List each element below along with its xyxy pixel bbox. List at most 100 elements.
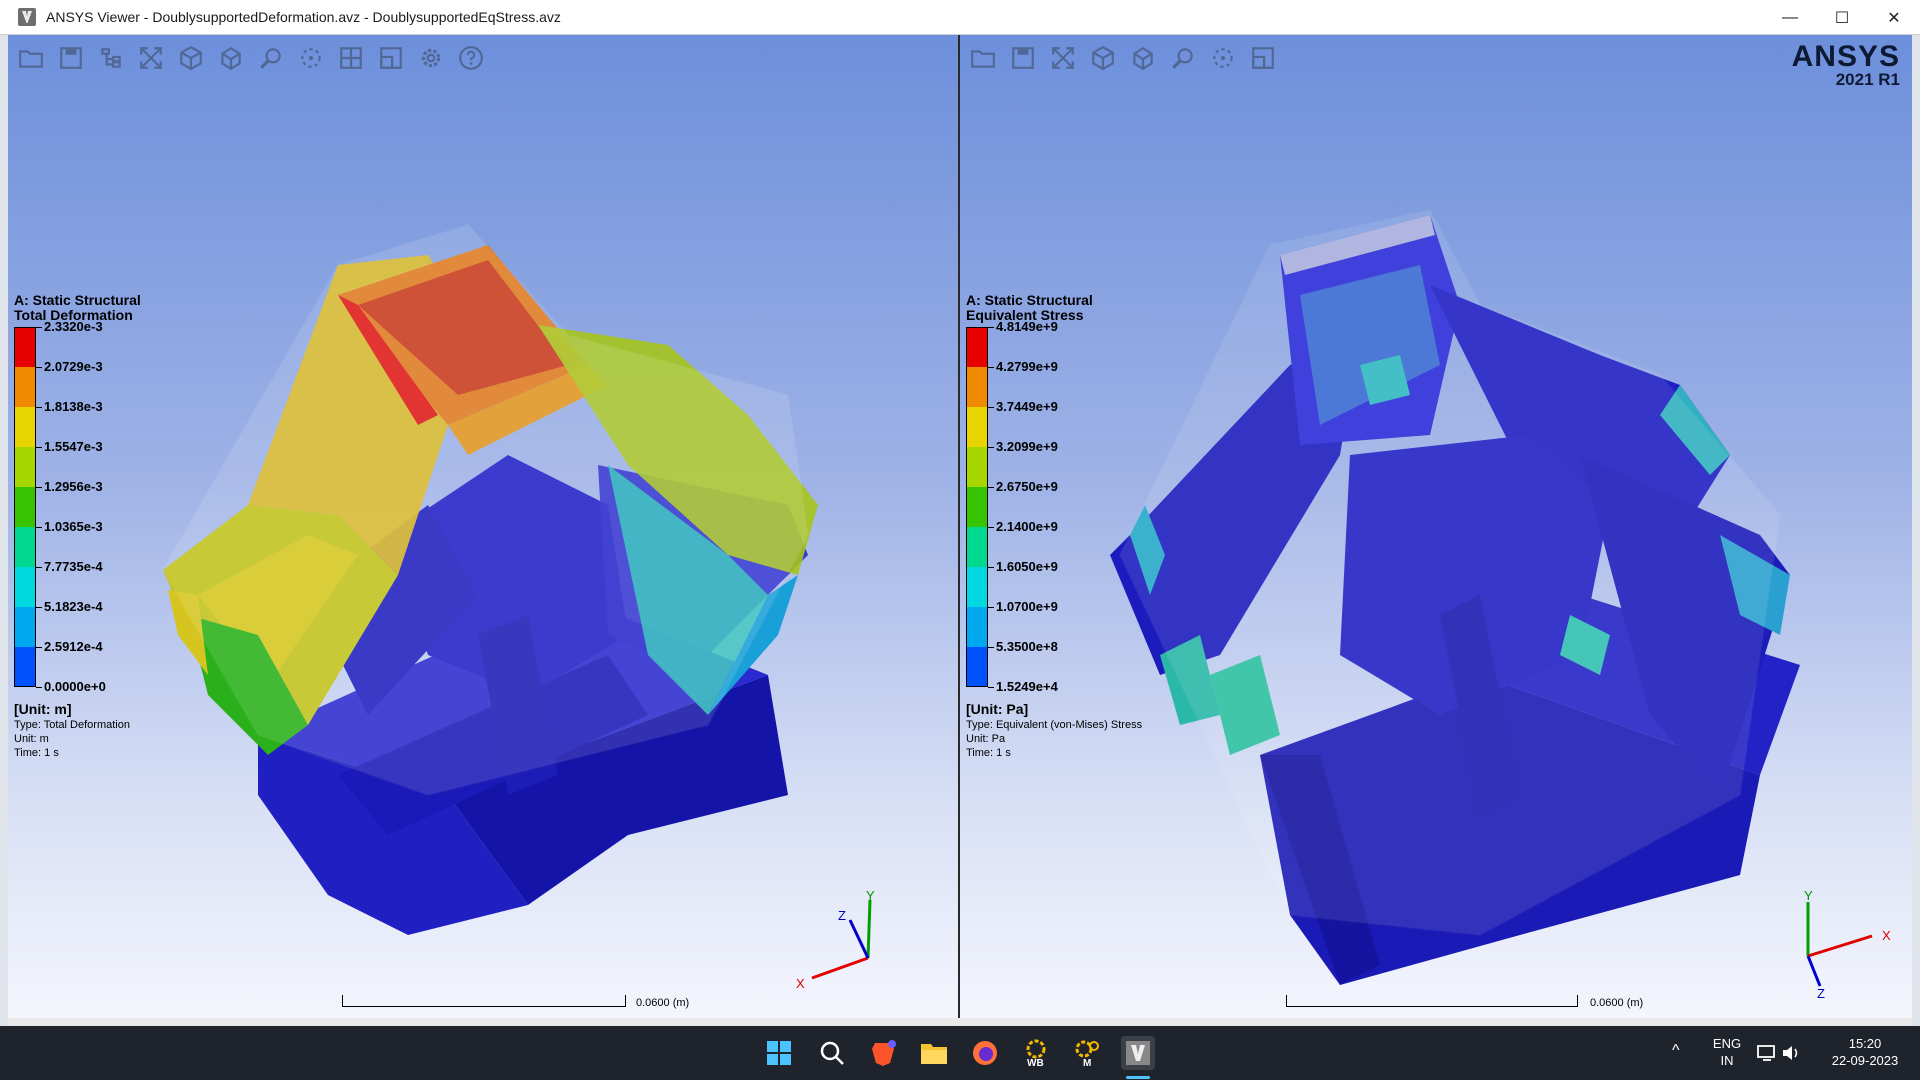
workbench-icon[interactable]: WB [1019,1036,1053,1070]
language-indicator[interactable]: ENG IN [1705,1035,1749,1069]
scale-value: 0.0600 [636,997,670,1009]
legend-tick-label: 1.2956e-3 [44,479,103,494]
legend-swatch [14,607,36,647]
legend-tick-label: 1.6050e+9 [996,559,1058,574]
active-app-indicator [1126,1076,1150,1079]
triad-z-label: Z [838,908,846,923]
legend-swatch [966,527,988,567]
legend-time: Time: 1 s [14,747,59,759]
legend-swatch [14,367,36,407]
legend-tick [988,367,994,368]
window-controls: — ☐ ✕ [1764,0,1920,35]
region-code: IN [1720,1053,1734,1068]
legend-tick [36,527,42,528]
legend-tick [36,687,42,688]
stress-viewport[interactable]: ANSYS 2021 R1 A: Static Structural Equiv… [960,35,1912,1018]
close-button[interactable]: ✕ [1868,0,1920,35]
legend-unit-line: Unit: Pa [966,733,1006,745]
axis-triad: Y X Z [796,890,875,990]
legend-tick [36,447,42,448]
taskbar: WB M ^ ENG IN 15:20 22-09-2023 [0,1026,1920,1080]
legend-tick [988,687,994,688]
legend-tick [988,447,994,448]
legend-swatch [966,647,988,687]
legend-unit-line: Unit: m [14,733,49,745]
maximize-button[interactable]: ☐ [1816,0,1868,35]
legend-type: Type: Equivalent (von-Mises) Stress [966,719,1143,731]
legend-tick-label: 1.0700e+9 [996,599,1058,614]
legend-unit: [Unit: m] [14,701,72,717]
legend-swatch [966,447,988,487]
legend-tick-label: 3.7449e+9 [996,399,1058,414]
firefox-icon[interactable] [968,1036,1002,1070]
legend-tick-label: 1.5547e-3 [44,439,103,454]
legend-swatch [14,407,36,447]
legend-tick [988,487,994,488]
legend-tick-label: 1.5249e+4 [996,679,1058,694]
ansys-viewer-app-icon [18,8,36,26]
legend-tick [36,647,42,648]
window-title: ANSYS Viewer - DoublysupportedDeformatio… [46,9,561,25]
minimize-button[interactable]: — [1764,0,1816,35]
status-bar [8,1018,1912,1026]
legend-tick [988,647,994,648]
language-code: ENG [1712,1036,1742,1051]
triad-y-label: Y [866,890,875,903]
scale-bar-label: 0.0600 (m) [636,997,689,1009]
legend-tick [36,487,42,488]
legend-tick-label: 5.1823e-4 [44,599,103,614]
legend-tick [36,607,42,608]
legend-analysis-title: A: Static Structural [14,292,141,308]
workbench-label: WB [1027,1058,1044,1068]
mechanical-icon[interactable]: M [1070,1036,1104,1070]
deformation-viewport[interactable]: A: Static Structural Total Deformation 2… [8,35,958,1018]
legend-color-bar: 4.8149e+9 4.2799e+9 3.7449e+9 3.2099e+9 2.67… [966,319,1226,699]
scale-bar [342,995,626,1007]
legend-swatch [966,407,988,447]
legend-swatch [14,527,36,567]
legend-tick-label: 2.3320e-3 [44,319,103,334]
triad-y-label: Y [1804,890,1813,903]
file-explorer-icon[interactable] [917,1036,951,1070]
search-icon[interactable] [815,1036,849,1070]
show-hidden-icons-chevron-up-icon[interactable]: ^ [1672,1042,1680,1059]
brave-icon[interactable] [866,1036,900,1070]
legend-swatch [966,327,988,367]
clock-time: 15:20 [1848,1036,1882,1051]
scale-bar-label: 0.0600 (m) [1590,997,1643,1009]
legend-unit: [Unit: Pa] [966,701,1029,717]
legend-color-bar: 2.3320e-3 2.0729e-3 1.8138e-3 1.5547e-3 1.29… [14,319,274,699]
legend-tick-label: 0.0000e+0 [44,679,106,694]
legend-tick [988,327,994,328]
triad-z-label: Z [1817,986,1825,1000]
legend-swatch [14,567,36,607]
mechanical-label: M [1083,1058,1091,1068]
legend-tick-label: 2.5912e-4 [44,639,103,654]
scale-unit: (m) [672,997,690,1009]
title-bar: ANSYS Viewer - DoublysupportedDeformatio… [0,0,1920,35]
legend-tick [36,407,42,408]
legend-swatch [966,367,988,407]
legend-tick-label: 5.3500e+8 [996,639,1058,654]
clock[interactable]: 15:20 22-09-2023 [1820,1035,1910,1069]
network-icon[interactable] [1756,1036,1778,1070]
legend-tick-label: 1.0365e-3 [44,519,103,534]
deformation-legend: A: Static Structural Total Deformation 2… [14,293,274,759]
legend-tick [36,567,42,568]
legend-tick [988,527,994,528]
legend-tick [988,567,994,568]
legend-swatch [966,607,988,647]
legend-swatch [14,647,36,687]
legend-swatch [14,447,36,487]
legend-tick-label: 2.6750e+9 [996,479,1058,494]
legend-swatch [966,567,988,607]
legend-tick [988,407,994,408]
scale-unit: (m) [1626,997,1644,1009]
legend-analysis-title: A: Static Structural [966,292,1093,308]
windows-start-icon[interactable] [762,1036,796,1070]
ansys-viewer-icon[interactable] [1121,1036,1155,1070]
volume-icon[interactable] [1780,1036,1802,1070]
legend-swatch [14,327,36,367]
legend-tick-label: 4.2799e+9 [996,359,1058,374]
axis-triad: Y X Z [1804,890,1891,1000]
